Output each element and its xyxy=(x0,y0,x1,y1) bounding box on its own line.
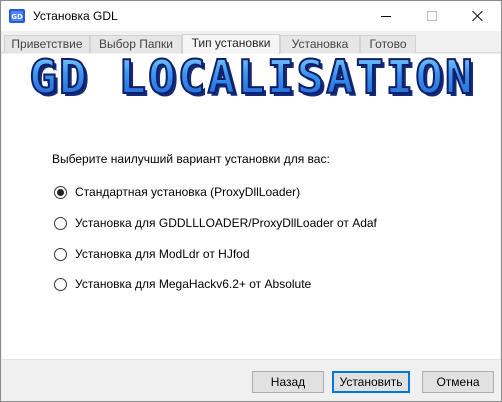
tab-choose-folder[interactable]: Выбор Папки xyxy=(90,35,182,53)
option-gddllloader[interactable]: Установка для GDDLLLOADER/ProxyDllLoader… xyxy=(54,215,377,231)
tab-strip: Приветствие Выбор Папки Тип установки Ус… xyxy=(1,31,501,54)
close-icon xyxy=(472,10,484,22)
maximize-button[interactable] xyxy=(409,1,455,31)
install-button[interactable]: Установить xyxy=(332,371,410,393)
banner-text: GD LOCALISATION xyxy=(29,54,474,104)
install-type-panel: Выберите наилучший вариант установки для… xyxy=(2,104,500,359)
radio-button[interactable] xyxy=(54,247,67,261)
svg-text:GD: GD xyxy=(11,13,23,21)
option-label[interactable]: Стандартная установка (ProxyDllLoader) xyxy=(75,185,300,199)
option-modldr[interactable]: Установка для ModLdr от HJfod xyxy=(54,246,250,262)
option-label[interactable]: Установка для ModLdr от HJfod xyxy=(75,247,250,261)
cancel-button[interactable]: Отмена xyxy=(422,371,494,393)
tab-install-type[interactable]: Тип установки xyxy=(182,34,280,54)
button-bar: Назад Установить Отмена xyxy=(1,359,501,401)
minimize-icon xyxy=(381,15,391,17)
radio-button[interactable] xyxy=(54,277,67,291)
close-button[interactable] xyxy=(455,1,501,31)
option-label[interactable]: Установка для GDDLLLOADER/ProxyDllLoader… xyxy=(75,216,377,230)
option-label[interactable]: Установка для MegaHackv6.2+ от Absolute xyxy=(75,277,311,291)
option-standard[interactable]: Стандартная установка (ProxyDllLoader) xyxy=(54,184,300,200)
gdl-app-icon: GD xyxy=(9,9,25,23)
back-button[interactable]: Назад xyxy=(252,371,324,393)
installer-window: GD Установка GDL Приветствие Выбор Папки… xyxy=(0,0,502,402)
radio-button[interactable] xyxy=(54,216,67,230)
maximize-icon xyxy=(427,11,437,21)
title-bar[interactable]: GD Установка GDL xyxy=(1,1,501,31)
option-megahack[interactable]: Установка для MegaHackv6.2+ от Absolute xyxy=(54,276,311,292)
radio-button-checked[interactable] xyxy=(54,185,67,199)
banner-logo-image: GD LOCALISATION GD LOCALISATION xyxy=(28,54,475,104)
minimize-button[interactable] xyxy=(363,1,409,31)
tab-installation[interactable]: Установка xyxy=(280,35,360,53)
tab-finish[interactable]: Готово xyxy=(360,35,416,53)
window-title: Установка GDL xyxy=(33,9,118,23)
banner-logo: GD LOCALISATION GD LOCALISATION xyxy=(2,54,500,104)
install-type-prompt: Выберите наилучший вариант установки для… xyxy=(52,152,330,166)
tab-welcome[interactable]: Приветствие xyxy=(4,35,90,53)
